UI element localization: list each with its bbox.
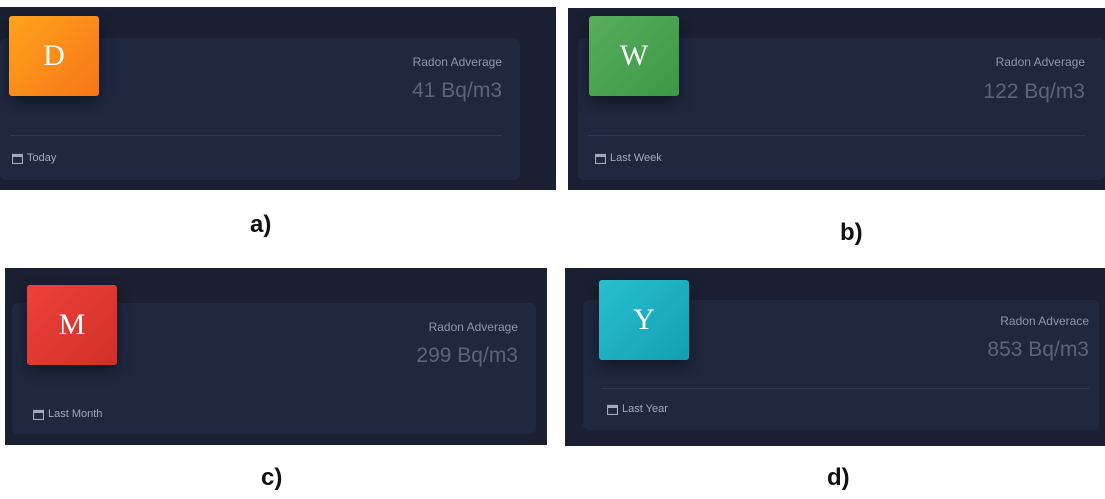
- card-value: 299 Bq/m3: [416, 344, 518, 367]
- calendar-icon: [607, 404, 618, 415]
- card-footer: Last Month: [33, 408, 102, 420]
- period-badge: W: [589, 16, 679, 96]
- card-label: Radon Adverace: [1000, 314, 1089, 328]
- card-value: 41 Bq/m3: [412, 79, 502, 102]
- card-footer: Last Year: [607, 403, 668, 415]
- card-label: Radon Adverage: [428, 320, 518, 334]
- panel-last-month: Radon Adverage 299 Bq/m3 Last Month M: [5, 268, 547, 445]
- card-label: Radon Adverage: [412, 55, 502, 69]
- panel-last-week: Radon Adverage 122 Bq/m3 Last Week W: [568, 8, 1105, 190]
- badge-letter: D: [43, 39, 65, 72]
- card-divider: [10, 135, 502, 136]
- period-label: Last Week: [610, 152, 662, 164]
- card-divider: [588, 135, 1085, 136]
- period-label: Last Month: [48, 408, 103, 420]
- badge-letter: M: [58, 308, 86, 341]
- period-badge: D: [9, 16, 99, 96]
- panel-today: Radon Adverage 41 Bq/m3 Today D: [0, 7, 556, 190]
- caption-b: b): [840, 219, 863, 246]
- badge-letter: Y: [633, 303, 655, 336]
- calendar-icon: [33, 409, 44, 420]
- card-divider: [601, 388, 1089, 389]
- period-label: Today: [27, 152, 57, 164]
- panel-last-year: Radon Adverace 853 Bq/m3 Last Year Y: [565, 268, 1105, 446]
- card-footer: Today: [12, 152, 56, 164]
- calendar-icon: [595, 153, 606, 164]
- card-value: 853 Bq/m3: [987, 338, 1089, 361]
- period-badge: Y: [599, 280, 689, 360]
- card-value: 122 Bq/m3: [983, 80, 1085, 103]
- badge-letter: W: [619, 39, 649, 72]
- card-footer: Last Week: [595, 152, 662, 164]
- period-badge: M: [27, 285, 117, 365]
- caption-c: c): [261, 464, 283, 491]
- caption-a: a): [250, 211, 272, 238]
- caption-d: d): [827, 464, 850, 491]
- card-label: Radon Adverage: [995, 55, 1085, 69]
- period-label: Last Year: [622, 403, 668, 415]
- calendar-icon: [12, 153, 23, 164]
